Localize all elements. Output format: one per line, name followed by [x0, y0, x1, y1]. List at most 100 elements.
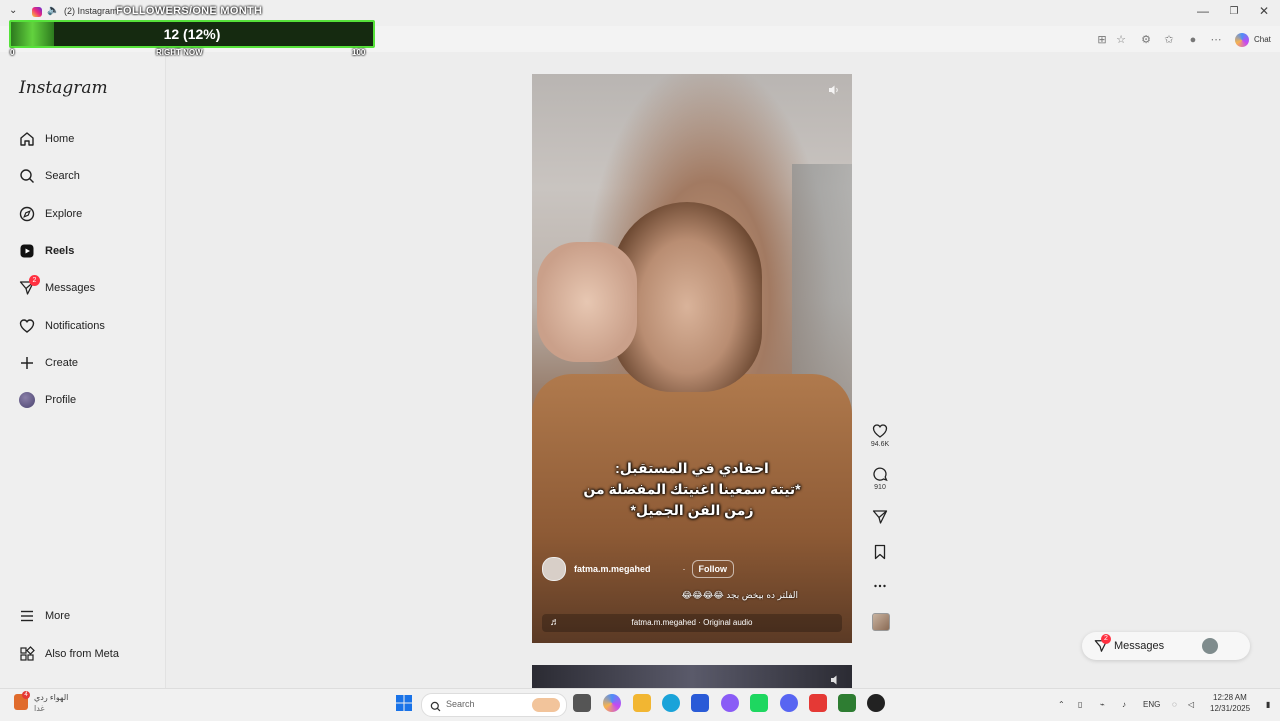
microphone-icon[interactable]: ♪ [1122, 700, 1126, 709]
sidebar-item-notifications[interactable]: Notifications [18, 316, 105, 336]
extensions-icon[interactable]: ⚙ [1139, 33, 1153, 47]
sidebar-item-label: Messages [45, 282, 96, 294]
close-button[interactable]: ✕ [1252, 4, 1276, 18]
sidebar-item-profile[interactable]: Profile [18, 390, 76, 410]
follow-button[interactable]: Follow [691, 560, 735, 578]
chat-label[interactable]: Chat [1254, 35, 1271, 44]
reels-icon [18, 243, 35, 260]
audio-label: fatma.m.megahed · Original audio [631, 618, 753, 627]
volume-icon[interactable]: ◁ [1188, 700, 1194, 709]
language-indicator[interactable]: ENG [1143, 700, 1160, 709]
app-icon[interactable] [721, 694, 739, 712]
volume-icon[interactable] [830, 673, 842, 688]
followers-overlay-title: FOLLOWERS/ONE MONTH [116, 5, 263, 17]
weather-badge: 4 [22, 691, 30, 699]
sidebar-item-reels[interactable]: Reels [18, 241, 74, 261]
send-icon: 2 [18, 274, 40, 297]
reel-description[interactable]: الفلتر ده بيخض بجد 😂😂😂😂 [682, 590, 798, 601]
windows-start-icon[interactable] [396, 695, 412, 711]
reel-author-row: fatma.m.megahed · Follow [542, 557, 842, 581]
progress-max-label: 100 [352, 48, 366, 57]
messages-badge: 2 [29, 274, 40, 286]
save-action[interactable] [868, 544, 892, 560]
more-options-icon[interactable]: ⋯ [1209, 33, 1223, 47]
sidebar-item-also-from-meta[interactable]: Also from Meta [18, 644, 119, 664]
search-icon [430, 699, 441, 717]
grid-icon [18, 646, 35, 663]
video-figure-hand [537, 242, 637, 362]
home-icon [18, 131, 35, 148]
edge-browser-icon[interactable] [662, 694, 680, 712]
sidebar-item-label: Profile [45, 394, 77, 406]
copilot-app-icon[interactable] [603, 694, 621, 712]
sidebar-item-more[interactable]: More [18, 606, 70, 626]
volume-icon[interactable] [828, 84, 842, 98]
star-icon[interactable]: ☆ [1114, 33, 1128, 47]
task-view-icon[interactable] [573, 694, 591, 712]
sidebar-item-label: Create [45, 357, 79, 369]
instagram-logo[interactable]: Instagram [19, 78, 108, 98]
messages-pill[interactable]: 2 Messages [1082, 632, 1250, 660]
instagram-tab-icon [32, 7, 42, 17]
profile-icon[interactable]: ● [1186, 33, 1200, 47]
audio-thumbnail[interactable] [872, 613, 890, 631]
sidebar-item-messages[interactable]: 2 Messages [18, 274, 96, 298]
sidebar-item-label: Search [45, 170, 80, 182]
app-icon[interactable]: ⊞ [1095, 33, 1109, 47]
speaker-icon[interactable]: 🔈 [47, 5, 59, 16]
like-action[interactable]: 94.6K [868, 423, 892, 448]
caption-line: زمن الفن الجميل* [630, 502, 754, 518]
chevron-down-icon[interactable]: ⌄ [9, 5, 17, 16]
favorites-icon[interactable]: ✩ [1162, 33, 1176, 47]
sidebar-item-explore[interactable]: Explore [18, 204, 82, 224]
next-reel-preview[interactable] [532, 665, 852, 688]
comment-icon [873, 467, 888, 482]
compass-icon [18, 206, 35, 223]
app-icon[interactable] [838, 694, 856, 712]
sidebar-item-label: Also from Meta [45, 648, 119, 660]
author-avatar[interactable] [542, 557, 566, 581]
sidebar-item-home[interactable]: Home [18, 129, 74, 149]
share-action[interactable] [868, 509, 892, 525]
clock-time[interactable]: 12:28 AM [1213, 693, 1247, 702]
minimize-button[interactable]: — [1191, 4, 1215, 18]
author-username[interactable]: fatma.m.megahed [574, 564, 651, 574]
separator-dot: · [682, 564, 686, 574]
followers-progress-bar: 12 (12%) [9, 20, 375, 48]
reel-video[interactable]: احفادي في المستقبل: *تيتة سمعينا اغنيتك … [532, 74, 852, 643]
comment-action[interactable]: 910 [868, 466, 892, 491]
reel-caption: احفادي في المستقبل: *تيتة سمعينا اغنيتك … [532, 458, 852, 521]
sidebar-item-search[interactable]: Search [18, 166, 80, 186]
tab-title[interactable]: (2) Instagram [64, 6, 118, 16]
chevron-up-icon[interactable]: ⌃ [1058, 700, 1065, 709]
youtube-icon[interactable] [809, 694, 827, 712]
weather-status[interactable]: الهواء ردي [34, 693, 68, 702]
notification-bell-icon[interactable]: ▮ [1266, 700, 1270, 709]
network-icon[interactable]: ⌁ [1100, 700, 1105, 709]
sidebar-item-create[interactable]: Create [18, 353, 78, 373]
discord-icon[interactable] [780, 694, 798, 712]
restore-button[interactable]: ❐ [1222, 6, 1246, 17]
wifi-icon[interactable]: ◌ [1172, 700, 1177, 709]
app-icon[interactable] [867, 694, 885, 712]
more-action[interactable] [868, 578, 892, 594]
caption-line: *تيتة سمعينا اغنيتك المفضلة من [583, 481, 801, 497]
heart-icon [18, 318, 35, 335]
taskbar-search[interactable]: Search [421, 693, 567, 717]
copilot-icon[interactable] [1235, 33, 1249, 47]
file-explorer-icon[interactable] [633, 694, 651, 712]
sidebar-item-label: More [45, 610, 71, 622]
kick-app-icon[interactable] [750, 694, 768, 712]
send-icon [872, 510, 888, 524]
tray-icon[interactable]: ▯ [1078, 700, 1082, 709]
store-icon[interactable] [691, 694, 709, 712]
search-highlight-icon [532, 698, 560, 712]
heart-icon [872, 424, 888, 438]
search-icon [18, 168, 35, 185]
reel-audio[interactable]: ♬ fatma.m.megahed · Original audio [542, 614, 842, 632]
plus-icon [18, 355, 35, 372]
bookmark-icon [874, 544, 886, 560]
comment-count: 910 [874, 484, 886, 491]
avatar [1202, 638, 1218, 654]
clock-date[interactable]: 12/31/2025 [1210, 704, 1250, 713]
